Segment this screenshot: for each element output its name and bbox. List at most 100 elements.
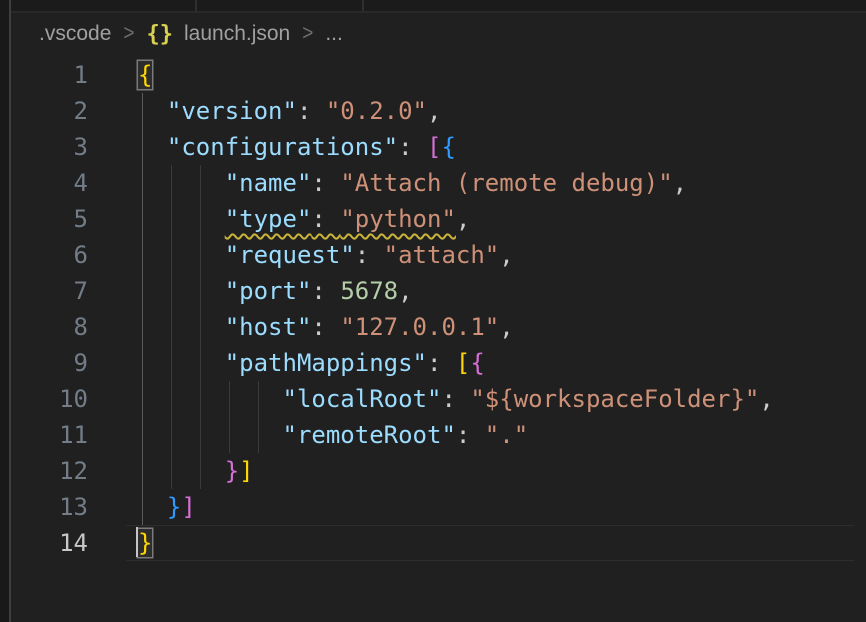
json-braces-icon: {} <box>146 22 173 47</box>
token: , <box>456 205 470 233</box>
token: "type" <box>225 205 312 233</box>
code-area[interactable]: 1{2 "version": "0.2.0",3 "configurations… <box>0 57 866 561</box>
token: { <box>441 133 455 161</box>
code-text: }] <box>88 493 196 521</box>
code-text: } <box>88 529 152 557</box>
line-number[interactable]: 10 <box>0 381 88 417</box>
token: "127.0.0.1" <box>340 313 499 341</box>
line-number[interactable]: 12 <box>0 453 88 489</box>
token: , <box>673 169 687 197</box>
token: 5678 <box>340 277 398 305</box>
token: "pathMappings" <box>225 349 427 377</box>
token: "attach" <box>384 241 500 269</box>
token: , <box>398 277 412 305</box>
line-number[interactable]: 5 <box>0 201 88 237</box>
line-number[interactable]: 11 <box>0 417 88 453</box>
code-line[interactable]: 10 "localRoot": "${workspaceFolder}", <box>0 381 866 417</box>
token: "version" <box>167 97 297 125</box>
code-line[interactable]: 7 "port": 5678, <box>0 273 866 309</box>
code-text: "name": "Attach (remote debug)", <box>88 169 687 197</box>
code-text: "port": 5678, <box>88 277 413 305</box>
token: : <box>355 241 384 269</box>
token: : <box>311 169 340 197</box>
line-number[interactable]: 9 <box>0 345 88 381</box>
token: : <box>311 277 340 305</box>
token: } <box>167 493 181 521</box>
token: "localRoot" <box>283 385 442 413</box>
token: : <box>456 421 485 449</box>
chevron-right-icon: > <box>122 21 135 46</box>
line-number[interactable]: 3 <box>0 129 88 165</box>
token: } <box>225 457 239 485</box>
token: : <box>311 205 340 233</box>
token: : <box>297 97 326 125</box>
text-cursor <box>136 527 138 557</box>
code-text: "type": "python", <box>88 205 470 233</box>
chevron-right-icon: > <box>301 21 314 46</box>
code-text: }] <box>88 457 254 485</box>
token: ] <box>239 457 253 485</box>
token: "port" <box>225 277 312 305</box>
code-line[interactable]: 2 "version": "0.2.0", <box>0 93 866 129</box>
token: "." <box>485 421 528 449</box>
breadcrumb: .vscode > {} launch.json > ... <box>11 13 866 55</box>
token: "${workspaceFolder}" <box>470 385 759 413</box>
code-line[interactable]: 5 "type": "python", <box>0 201 866 237</box>
line-number[interactable]: 6 <box>0 237 88 273</box>
code-text: { <box>88 61 152 89</box>
code-text: "remoteRoot": "." <box>88 421 528 449</box>
token: "host" <box>225 313 312 341</box>
token: "python" <box>340 205 456 233</box>
breadcrumb-folder[interactable]: .vscode <box>39 22 111 46</box>
token: "request" <box>225 241 355 269</box>
token: "name" <box>225 169 312 197</box>
sidebar-edge <box>0 0 11 622</box>
token: [ <box>427 133 441 161</box>
breadcrumb-symbol-path[interactable]: ... <box>325 22 343 46</box>
token: , <box>427 97 441 125</box>
line-number[interactable]: 1 <box>0 57 88 93</box>
token: : <box>427 349 456 377</box>
token: : <box>311 313 340 341</box>
token: "0.2.0" <box>326 97 427 125</box>
code-text: "pathMappings": [{ <box>88 349 485 377</box>
code-line[interactable]: 13 }] <box>0 489 866 525</box>
matched-bracket: } <box>138 529 152 557</box>
breadcrumb-file[interactable]: launch.json <box>184 22 290 46</box>
code-text: "localRoot": "${workspaceFolder}", <box>88 385 774 413</box>
code-text: "version": "0.2.0", <box>88 97 441 125</box>
line-number[interactable]: 7 <box>0 273 88 309</box>
token: , <box>499 313 513 341</box>
token: ] <box>181 493 195 521</box>
code-text: "configurations": [{ <box>88 133 456 161</box>
line-number[interactable]: 14 <box>0 525 88 561</box>
matched-bracket: { <box>138 61 152 89</box>
line-number[interactable]: 8 <box>0 309 88 345</box>
code-line[interactable]: 3 "configurations": [{ <box>0 129 866 165</box>
warning-squiggle: "type": "python" <box>225 205 456 233</box>
code-line[interactable]: 11 "remoteRoot": "." <box>0 417 866 453</box>
code-text: "request": "attach", <box>88 241 514 269</box>
tab-separator <box>362 0 364 11</box>
code-line[interactable]: 6 "request": "attach", <box>0 237 866 273</box>
token: : <box>398 133 427 161</box>
token: "Attach (remote debug)" <box>340 169 672 197</box>
token: , <box>499 241 513 269</box>
tab-bar[interactable] <box>11 0 866 13</box>
token: "remoteRoot" <box>283 421 456 449</box>
token: : <box>441 385 470 413</box>
token: { <box>470 349 484 377</box>
code-line[interactable]: 14} <box>0 525 866 561</box>
tab-separator <box>195 0 197 11</box>
code-line[interactable]: 12 }] <box>0 453 866 489</box>
code-line[interactable]: 1{ <box>0 57 866 93</box>
token: , <box>759 385 773 413</box>
code-line[interactable]: 9 "pathMappings": [{ <box>0 345 866 381</box>
line-number[interactable]: 2 <box>0 93 88 129</box>
code-line[interactable]: 8 "host": "127.0.0.1", <box>0 309 866 345</box>
line-number[interactable]: 4 <box>0 165 88 201</box>
line-number[interactable]: 13 <box>0 489 88 525</box>
code-line[interactable]: 4 "name": "Attach (remote debug)", <box>0 165 866 201</box>
code-text: "host": "127.0.0.1", <box>88 313 514 341</box>
token: "configurations" <box>167 133 398 161</box>
